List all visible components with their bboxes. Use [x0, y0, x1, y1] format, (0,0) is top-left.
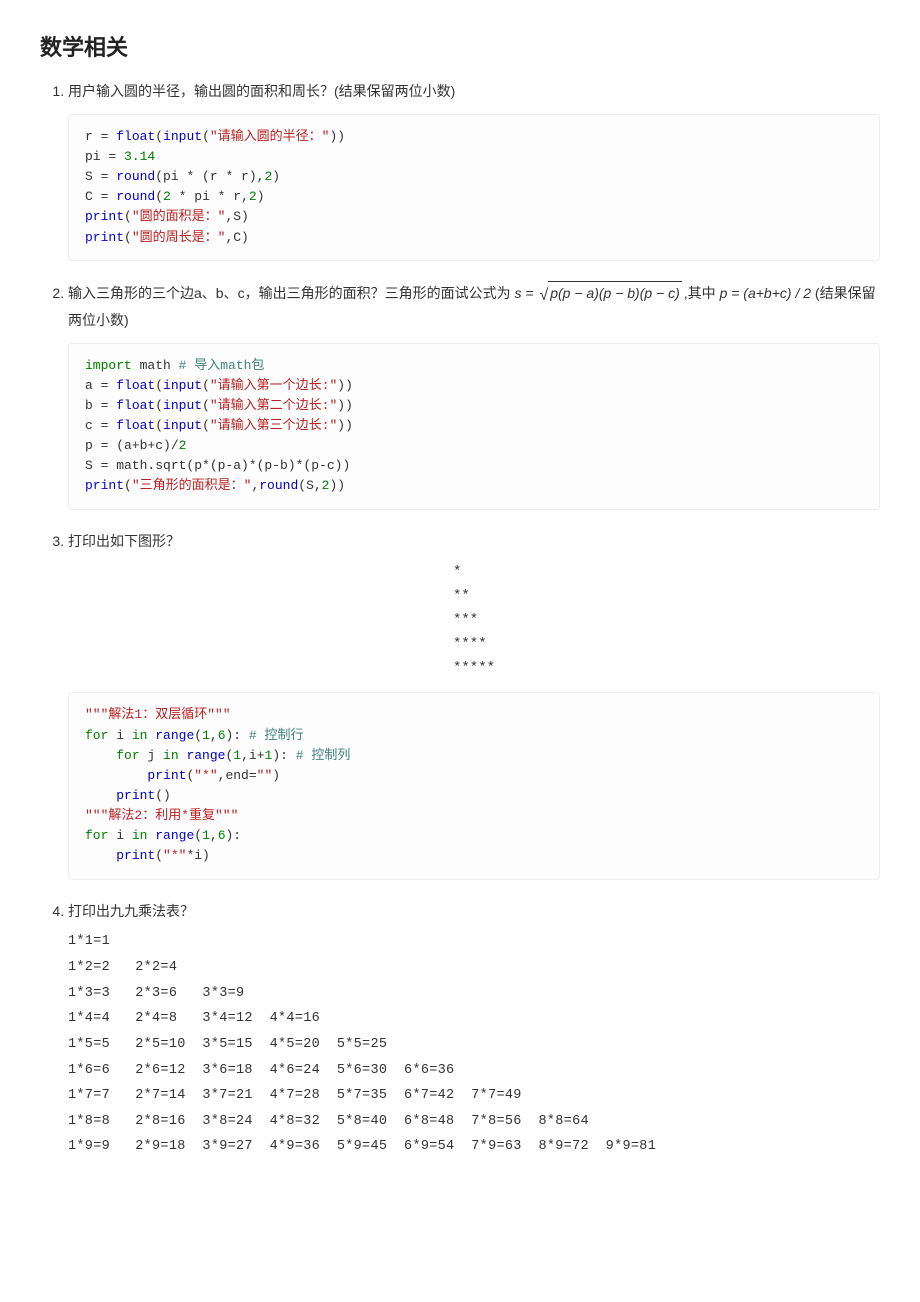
question-1: 用户输入圆的半径，输出圆的面积和周长？(结果保留两位小数) r = float(… [68, 80, 880, 261]
question-3: 打印出如下图形？ * ** *** **** ***** """解法1：双层循环… [68, 530, 880, 880]
sqrt-body: p(p − a)(p − b)(p − c) [548, 281, 682, 306]
q4-table: 1*1=1 1*2=2 2*2=4 1*3=3 2*3=6 3*3=9 1*4=… [68, 929, 880, 1160]
q3-code: """解法1：双层循环""" for i in range(1,6): # 控制… [68, 692, 880, 879]
q3-pattern: * ** *** **** ***** [68, 561, 880, 680]
q2-mid: ,其中 [684, 285, 720, 301]
sqrt-expression: √p(p − a)(p − b)(p − c) [539, 281, 681, 309]
q2-formula-s: s = [514, 285, 537, 301]
sqrt-icon: √ [539, 287, 548, 304]
q1-text: 用户输入圆的半径，输出圆的面积和周长？(结果保留两位小数) [68, 83, 455, 99]
question-2: 输入三角形的三个边a、b、c，输出三角形的面积？三角形的面试公式为 s = √p… [68, 281, 880, 510]
q3-text: 打印出如下图形？ [68, 533, 180, 549]
q2-formula-p: p = (a+b+c) / 2 [720, 285, 811, 301]
q1-code: r = float(input("请输入圆的半径：")) pi = 3.14 S… [68, 114, 880, 261]
q4-text: 打印出九九乘法表？ [68, 903, 194, 919]
q2-text: 输入三角形的三个边a、b、c，输出三角形的面积？三角形的面试公式为 s = √ p… [68, 285, 876, 327]
q3-pattern-inner: * ** *** **** ***** [453, 561, 495, 680]
q2-code: import math # 导入math包 a = float(input("请… [68, 343, 880, 510]
page-heading: 数学相关 [40, 30, 880, 62]
q2-pre: 输入三角形的三个边a、b、c，输出三角形的面积？三角形的面试公式为 [68, 285, 514, 301]
question-4: 打印出九九乘法表？ 1*1=1 1*2=2 2*2=4 1*3=3 2*3=6 … [68, 900, 880, 1161]
